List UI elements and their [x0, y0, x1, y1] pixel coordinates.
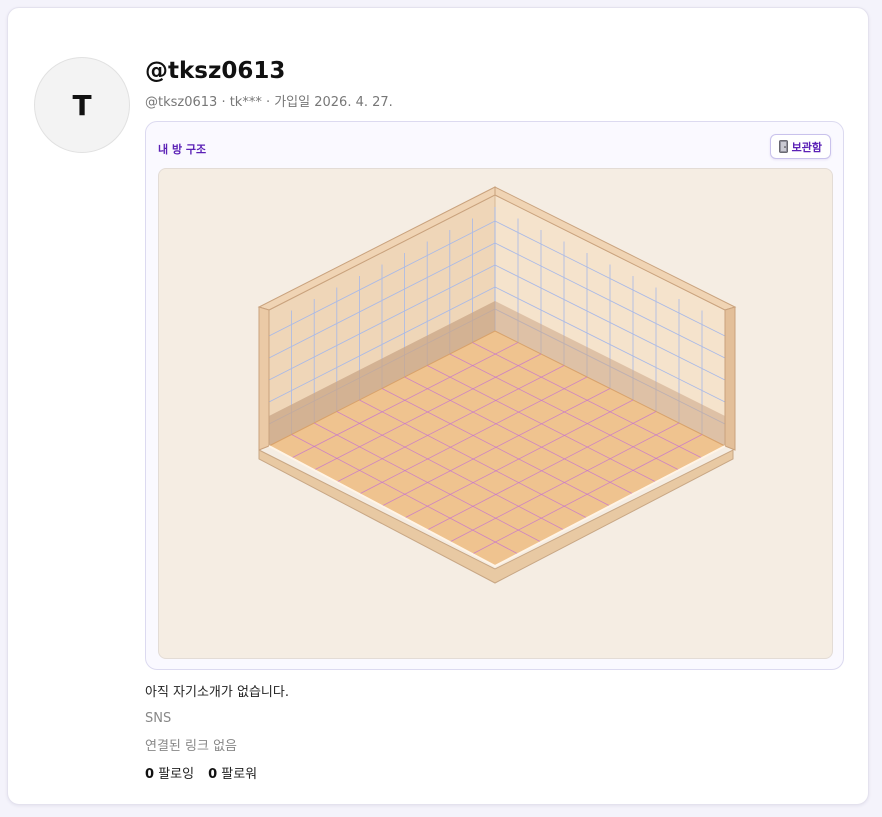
storage-button-label: 보관함: [791, 140, 822, 154]
isometric-room: [257, 186, 737, 584]
door-icon: [778, 140, 788, 153]
following-label: 팔로잉: [158, 767, 195, 782]
followers-count: 0: [208, 767, 218, 782]
followers-label: 팔로워: [221, 767, 258, 782]
room-panel: 내 방 구조 보관함: [145, 121, 844, 670]
profile-meta: @tksz0613 · tk*** · 가입일 2026. 4. 27.: [145, 95, 393, 110]
sns-empty-text: 연결된 링크 없음: [145, 739, 237, 754]
left-wall-end: [258, 306, 270, 451]
following-count: 0: [145, 767, 155, 782]
following-link[interactable]: 0 팔로잉: [145, 763, 194, 782]
display-name: @tksz0613: [145, 58, 286, 84]
sns-heading: SNS: [145, 711, 172, 726]
room-canvas[interactable]: [158, 168, 833, 659]
avatar: T: [34, 57, 130, 153]
profile-card: T @tksz0613 @tksz0613 · tk*** · 가입일 2026…: [7, 7, 869, 805]
storage-button[interactable]: 보관함: [769, 134, 831, 159]
right-wall-end: [724, 306, 736, 451]
room-title: 내 방 구조: [158, 143, 207, 156]
followers-link[interactable]: 0 팔로워: [208, 763, 257, 782]
avatar-initial: T: [72, 88, 92, 122]
bio-text: 아직 자기소개가 없습니다.: [145, 685, 289, 700]
follow-stats: 0 팔로잉 0 팔로워: [145, 763, 257, 782]
